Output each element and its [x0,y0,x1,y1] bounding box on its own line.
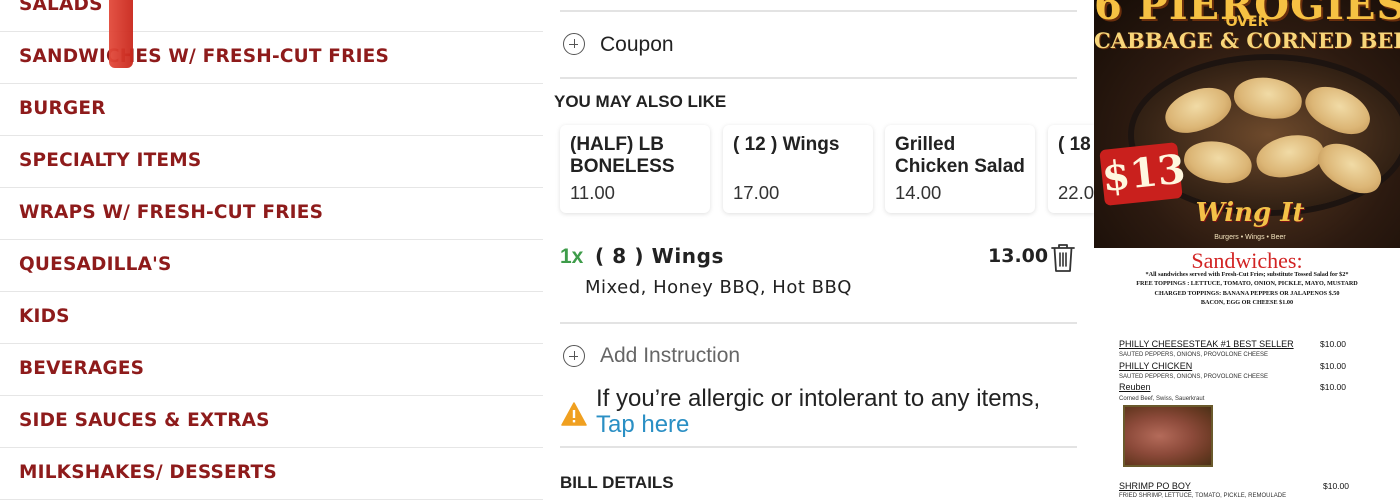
add-instruction-label: Add Instruction [600,344,741,367]
add-circle-icon [563,33,585,55]
category-label: SPECIALTY ITEMS [19,150,202,171]
suggestion-price: 14.00 [895,182,942,203]
item-name: ( 8 ) Wings [595,244,725,268]
coupon-label: Coupon [600,33,674,56]
coupon-row[interactable]: Coupon [560,22,1077,68]
menu-item-desc: Corned Beef, Swiss, Sauerkraut [1119,396,1205,402]
allergy-tap-here-link[interactable]: Tap here [596,411,689,438]
menu-note: BACON, EGG OR CHEESE $1.00 [1200,299,1294,306]
category-label: BEVERAGES [19,358,145,379]
suggestion-card[interactable]: (HALF) LB BONELESS 11.00 [560,125,710,213]
category-label: WRAPS W/ FRESH-CUT FRIES [19,202,324,223]
divider [560,446,1077,448]
reuben-photo [1123,405,1213,467]
suggestion-card[interactable]: ( 18 22.0 [1048,125,1094,213]
suggestions-title: YOU MAY ALSO LIKE [554,92,727,111]
suggestion-price: 22.0 [1058,182,1094,203]
pierogi-image [1231,73,1305,123]
category-kids[interactable]: KIDS [0,292,543,344]
category-label: KIDS [19,306,70,327]
menu-note: FREE TOPPINGS : LETTUCE, TOMATO, ONION, … [1136,280,1358,287]
category-label: SANDWICHES W/ FRESH-CUT FRIES [19,46,390,67]
suggestion-name: ( 12 ) Wings [733,134,840,155]
item-quantity[interactable]: 1x [560,245,583,269]
allergy-text: If you’re allergic or intolerant to any … [596,385,1041,412]
item-modifiers: Mixed, Honey BBQ, Hot BBQ [585,277,852,298]
bill-details-title: BILL DETAILS [560,473,674,492]
menu-item-price: $10.00 [1323,481,1349,491]
divider [560,322,1077,324]
category-label: QUESADILLA'S [19,254,172,275]
category-label: SIDE SAUCES & EXTRAS [19,410,270,431]
pierogi-image [1181,136,1255,188]
allergy-notice: If you’re allergic or intolerant to any … [596,386,1066,438]
menu-item-name: Reuben [1119,382,1151,392]
suggestion-name: Grilled Chicken Salad [895,134,1025,177]
logo-tagline: Burgers • Wings • Beer [1214,234,1286,241]
scroll-indicator[interactable] [109,0,133,68]
promo-image: 6 PIEROGIES OVER CABBAGE & CORNED BEEF $… [1094,0,1400,500]
menu-item-name: PHILLY CHICKEN [1119,361,1193,371]
promo-subline: CABBAGE & CORNED BEEF [1094,28,1400,53]
promo-price-badge: $13 [1099,142,1188,206]
category-label: MILKSHAKES/ DESSERTS [19,462,277,483]
menu-item-desc: SAUTED PEPPERS, ONIONS, PROVOLONE CHEESE [1119,374,1269,380]
trash-icon[interactable] [1049,242,1077,274]
menu-item-name: PHILLY CHEESESTEAK #1 BEST SELLER [1119,339,1294,349]
menu-item-price: $10.00 [1320,361,1346,371]
category-specialty-items[interactable]: SPECIALTY ITEMS [0,136,543,188]
suggestion-name: (HALF) LB BONELESS [570,134,675,177]
category-quesadillas[interactable]: QUESADILLA'S [0,240,543,292]
category-label: SALADS [19,0,103,15]
menu-item-desc: SAUTED PEPPERS, ONIONS, PROVOLONE CHEESE [1119,352,1269,358]
item-price: 13.00 [988,245,1049,267]
menu-sheet: Sandwiches: *All sandwiches served with … [1094,248,1400,500]
category-milkshakes[interactable]: MILKSHAKES/ DESSERTS [0,448,543,500]
suggestion-name: ( 18 [1058,134,1091,155]
promo-banner: 6 PIEROGIES OVER CABBAGE & CORNED BEEF $… [1094,0,1400,248]
divider [560,10,1077,12]
add-instruction-row[interactable]: Add Instruction [560,332,1077,378]
menu-item-price: $10.00 [1320,339,1346,349]
category-salads[interactable]: SALADS [0,0,543,32]
category-label: BURGER [19,98,106,119]
suggestion-price: 17.00 [733,182,780,203]
wing-it-logo: Wing It [1195,198,1305,228]
menu-item-name: SHRIMP PO BOY [1119,481,1191,491]
warning-icon [561,402,587,426]
category-beverages[interactable]: BEVERAGES [0,344,543,396]
divider [560,77,1077,79]
category-wraps[interactable]: WRAPS W/ FRESH-CUT FRIES [0,188,543,240]
suggestion-card[interactable]: Grilled Chicken Salad 14.00 [885,125,1035,213]
pierogi-image [1252,129,1328,183]
cart-panel: Coupon YOU MAY ALSO LIKE (HALF) LB BONEL… [543,0,1094,500]
menu-item-desc: FRIED SHRIMP, LETTUCE, TOMATO, PICKLE, R… [1119,493,1287,499]
category-side-sauces[interactable]: SIDE SAUCES & EXTRAS [0,396,543,448]
pierogi-image [1310,133,1390,203]
suggestion-price: 11.00 [570,182,615,203]
menu-item-price: $10.00 [1320,382,1346,392]
pierogi-image [1298,77,1378,143]
suggestion-card[interactable]: ( 12 ) Wings 17.00 [723,125,873,213]
category-sandwiches[interactable]: SANDWICHES W/ FRESH-CUT FRIES [0,32,543,84]
category-burger[interactable]: BURGER [0,84,543,136]
add-circle-icon [563,345,585,367]
pierogi-image [1159,79,1237,141]
category-list: SALADS SANDWICHES W/ FRESH-CUT FRIES BUR… [0,0,543,500]
